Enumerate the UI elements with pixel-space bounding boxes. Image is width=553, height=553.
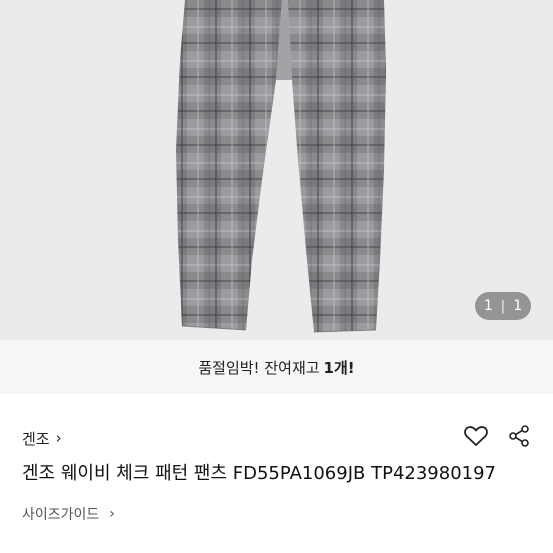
product-image-gallery[interactable]: 1 | 1: [0, 0, 553, 340]
size-guide-label: 사이즈가이드: [22, 507, 100, 523]
total-pages: 1: [513, 298, 523, 314]
heart-icon[interactable]: [463, 424, 489, 452]
image-page-indicator: 1 | 1: [475, 292, 531, 320]
stock-warning-text: 품절임박! 잔여재고: [198, 358, 320, 377]
stock-warning-banner: 품절임박! 잔여재고 1개!: [0, 340, 553, 394]
current-page: 1: [483, 298, 493, 314]
chevron-right-icon: ›: [109, 506, 115, 522]
stock-count: 1개!: [323, 358, 355, 377]
product-image: [0, 0, 553, 340]
share-icon[interactable]: [507, 424, 531, 452]
brand-row: 겐조 ›: [22, 412, 531, 464]
brand-name: 겐조: [22, 429, 50, 448]
product-title: 겐조 웨이비 체크 패턴 팬츠 FD55PA1069JB TP423980197: [22, 463, 497, 484]
size-guide-link[interactable]: 사이즈가이드 ›: [22, 504, 531, 524]
chevron-right-icon: ›: [55, 429, 62, 447]
product-actions: [463, 424, 531, 452]
page-separator: |: [500, 298, 506, 314]
brand-link[interactable]: 겐조 ›: [22, 428, 62, 449]
product-info: 겐조 › 겐조 웨이비 체크 패턴 팬츠 FD55PA1069JB TP4239…: [0, 412, 553, 524]
